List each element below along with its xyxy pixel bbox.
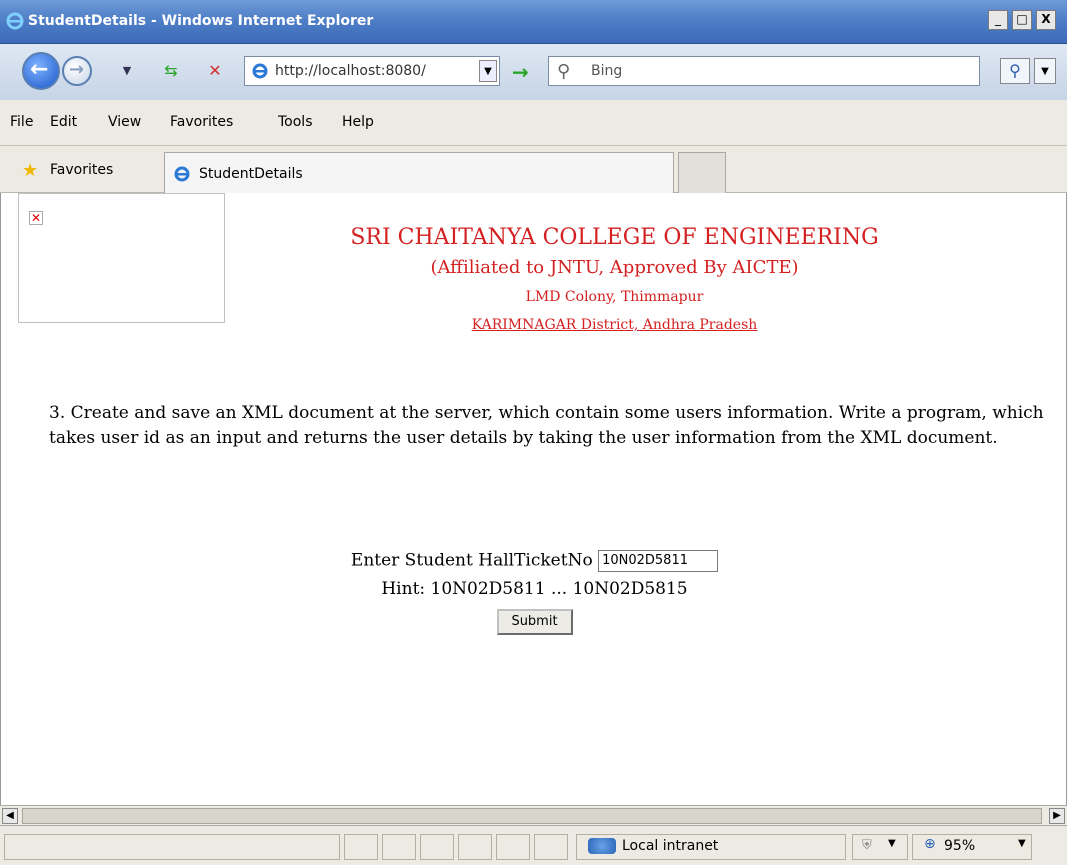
new-tab-button[interactable]: [678, 152, 726, 193]
status-cell: [534, 834, 568, 860]
college-district-text: KARIMNAGAR District, Andhra Pradesh: [471, 317, 758, 333]
back-button[interactable]: ←: [22, 52, 60, 90]
status-cell: [344, 834, 378, 860]
refresh-icon[interactable]: ⇆: [160, 60, 182, 82]
menu-help[interactable]: Help: [342, 114, 374, 130]
horizontal-scrollbar[interactable]: ◀ ▶: [0, 805, 1067, 825]
hallticket-row: Enter Student HallTicketNo 10N02D5811: [1, 550, 1067, 572]
forward-arrow-icon: →: [69, 59, 85, 80]
window-titlebar[interactable]: StudentDetails - Windows Internet Explor…: [0, 0, 1067, 44]
navigation-bar: ← → ▼ ⇆ ✕ http://localhost:8080/ ▼ → ⚲ B…: [0, 44, 1067, 100]
favorites-bar: ★ Favorites StudentDetails: [0, 146, 1067, 193]
college-district: KARIMNAGAR District, Andhra Pradesh: [81, 317, 1067, 333]
protected-dropdown-icon[interactable]: ▼: [888, 838, 896, 849]
hallticket-input[interactable]: 10N02D5811: [598, 550, 719, 572]
star-icon[interactable]: ★: [22, 160, 38, 181]
question-text: 3. Create and save an XML document at th…: [49, 403, 1044, 448]
scroll-right-icon[interactable]: ▶: [1049, 808, 1065, 824]
favorites-button[interactable]: Favorites: [50, 162, 113, 178]
college-name: SRI CHAITANYA COLLEGE OF ENGINEERING: [350, 225, 879, 250]
window-title: StudentDetails - Windows Internet Explor…: [28, 13, 374, 29]
scroll-left-icon[interactable]: ◀: [2, 808, 18, 824]
menu-file[interactable]: File: [10, 114, 33, 130]
address-dropdown-icon[interactable]: ▼: [479, 60, 497, 82]
search-icon: ⚲: [557, 61, 571, 82]
status-cell: [496, 834, 530, 860]
search-button[interactable]: ⚲: [1000, 58, 1030, 84]
ie-logo-icon: [6, 12, 24, 30]
protected-mode-cell[interactable]: [852, 834, 908, 860]
tab-label: StudentDetails: [199, 166, 303, 182]
go-arrow-icon[interactable]: →: [512, 60, 529, 84]
menu-tools[interactable]: Tools: [278, 114, 313, 130]
submit-row: Submit: [1, 609, 1067, 635]
status-cell: [382, 834, 416, 860]
minimize-button[interactable]: _: [988, 10, 1008, 30]
security-zone: Local intranet: [622, 838, 719, 854]
page-ie-icon: [252, 63, 268, 79]
forward-button[interactable]: →: [62, 56, 92, 86]
maximize-button[interactable]: □: [1012, 10, 1032, 30]
menu-favorites[interactable]: Favorites: [170, 114, 233, 130]
zoom-level[interactable]: 95%: [944, 838, 975, 854]
status-cell: [420, 834, 454, 860]
search-input[interactable]: Bing: [591, 63, 622, 79]
search-box[interactable]: ⚲ Bing: [548, 56, 980, 86]
stop-icon[interactable]: ✕: [204, 60, 226, 82]
zoom-dropdown-icon[interactable]: ▼: [1018, 838, 1026, 849]
college-address: LMD Colony, Thimmapur: [525, 289, 704, 305]
protected-mode-icon[interactable]: ⛨: [862, 838, 872, 853]
close-button[interactable]: X: [1036, 10, 1056, 30]
history-dropdown-icon[interactable]: ▼: [116, 60, 138, 82]
zoom-icon: ⊕: [924, 836, 936, 852]
college-affiliation: (Affiliated to JNTU, Approved By AICTE): [430, 257, 799, 278]
status-text-cell: [4, 834, 340, 860]
hallticket-label: Enter Student HallTicketNo: [350, 550, 593, 571]
status-bar: Local intranet ⛨ ▼ ⊕ 95% ▼: [0, 825, 1067, 865]
menu-edit[interactable]: Edit: [50, 114, 77, 130]
search-options-icon[interactable]: ▼: [1034, 58, 1056, 84]
scroll-thumb[interactable]: [22, 808, 1042, 824]
address-bar[interactable]: http://localhost:8080/ ▼: [244, 56, 500, 86]
ie-tab-icon: [174, 166, 190, 182]
address-url[interactable]: http://localhost:8080/: [275, 63, 426, 79]
submit-button[interactable]: Submit: [496, 609, 573, 635]
menu-view[interactable]: View: [108, 114, 141, 130]
back-arrow-icon: ←: [30, 57, 49, 82]
page-content: ✕ SRI CHAITANYA COLLEGE OF ENGINEERING (…: [0, 193, 1067, 805]
menu-bar: File Edit View Favorites Tools Help: [0, 100, 1067, 146]
tab-studentdetails[interactable]: StudentDetails: [164, 152, 674, 193]
hint-text: Hint: 10N02D5811 ... 10N02D5815: [381, 579, 688, 599]
status-cell: [458, 834, 492, 860]
broken-image-icon: ✕: [29, 211, 43, 225]
intranet-icon: [588, 838, 616, 854]
